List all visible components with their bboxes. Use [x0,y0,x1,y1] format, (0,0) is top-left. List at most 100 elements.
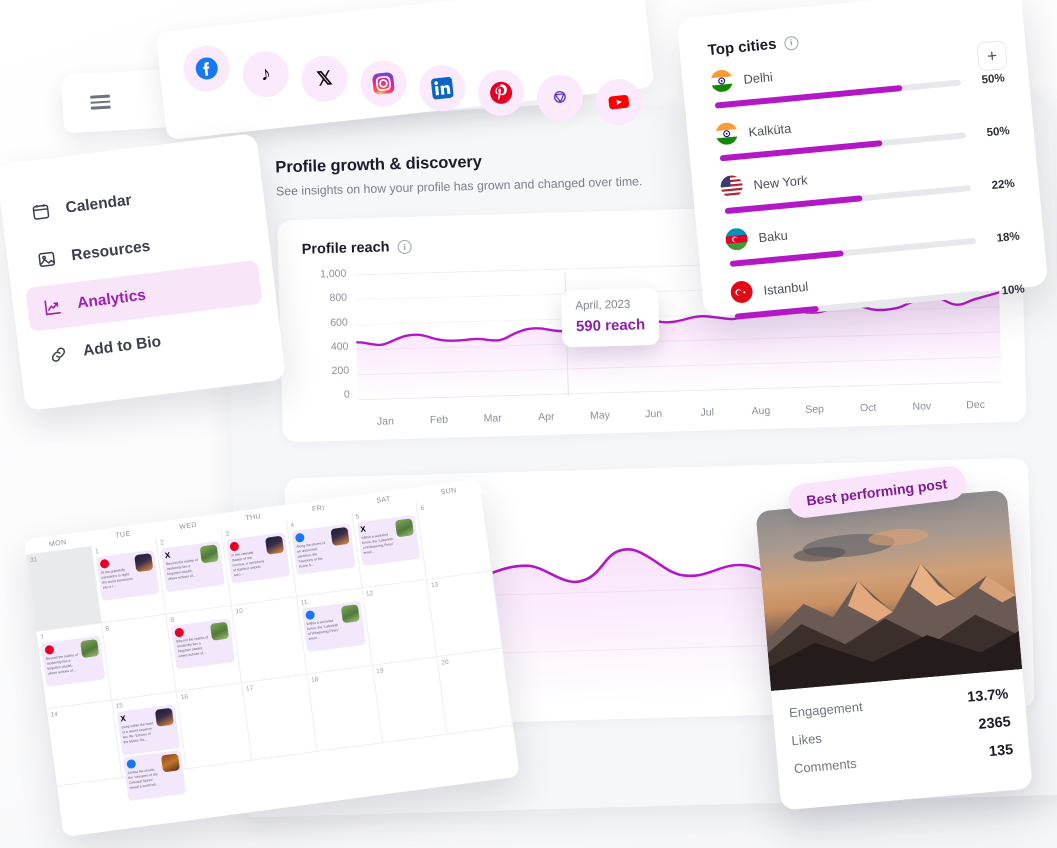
calendar-post-text: Beyond the realms of modernity lies a fo… [45,652,79,677]
calendar-cell[interactable]: 8 [101,614,178,701]
y-tick: 0 [343,389,350,402]
hamburger-line [90,94,111,99]
calendar-cell[interactable]: 18 [307,665,383,752]
calendar-post-card[interactable]: In this celestial theater of the cosmos,… [226,532,291,584]
calendar-cell[interactable]: 13 [427,571,503,658]
city-name: Kalküta [747,120,792,140]
calendar-post-card[interactable]: Amidst the clouds, the “whispers of the … [122,749,187,802]
calendar-cell[interactable]: 9 Beyond the realms of modernity lies a f… [166,605,243,692]
calendar-post-thumbnail [340,604,360,624]
flag-usa-icon [719,174,744,198]
calendar-post-card[interactable]: Along the shores of an untouched paradis… [291,523,356,575]
calendar-cell[interactable]: 14 [46,700,123,787]
calendar-post-card[interactable]: Within a secluded forest, the “Labyrinth… [301,600,366,653]
calendar-cell[interactable]: 16 [177,683,253,770]
info-icon[interactable]: i [397,239,412,255]
sidebar-nav: Calendar Resources Analytics Add to Bio [0,132,287,412]
post-thumbnail-image [755,489,1023,691]
flag-india-icon [709,68,734,93]
x-icon: X [359,524,367,535]
link-icon [46,342,71,367]
calendar-post-card[interactable]: Beyond the realms of modernity lies a fo… [171,618,236,670]
calendar-post-text: Amidst the clouds, the “whispers of the … [127,767,160,791]
calendar-post-card[interactable]: X Beyond the realms of modernity lies a f… [160,540,226,593]
calendar-cell[interactable]: 1 At the gracefully transitions to night,… [91,537,167,624]
mastodon-glyph: ⎊ [552,86,568,108]
city-name: Delhi [742,68,774,87]
calendar-cell[interactable]: 17 [242,674,318,761]
city-percent: 22% [991,177,1016,192]
pinterest-icon [44,644,55,655]
calendar-post-card[interactable]: X Deep within the heart of a desert expan… [116,704,181,756]
stat-value: 2365 [977,714,1012,733]
facebook-icon [304,610,316,621]
calendar-cell[interactable]: 15 X Deep within the heart of a desert exp… [111,691,188,802]
calendar-post-text: Within a secluded forest, the “Labyrinth… [306,618,340,642]
city-name: Istanbul [762,278,809,298]
calendar-icon [29,199,54,224]
profile-reach-title: Profile reach [301,239,390,258]
calendar-cell[interactable]: 11 Within a secluded forest, the “Labyrin… [297,588,373,675]
calendar-cell[interactable]: 6 [416,493,493,580]
tooltip-date: April, 2023 [575,298,631,313]
calendar-post-thumbnail [79,639,99,659]
info-icon[interactable]: i [783,35,799,51]
y-tick: 800 [329,291,348,305]
calendar-cell[interactable]: 5 X Within a secluded forest, the “Labyrin… [351,502,428,589]
calendar-cell[interactable]: 10 [231,597,308,684]
x-icon: X [119,713,127,724]
calendar-post-card[interactable]: X Within a secluded forest, the “Labyrint… [356,514,421,567]
sidebar-item-label: Resources [70,237,152,265]
x-tick: Oct [859,401,877,415]
tooltip-value: 590 reach [575,316,646,336]
calendar-cell[interactable]: 2 X Beyond the realms of modernity lies a … [156,528,232,615]
stat-label: Comments [793,755,858,777]
x-tick: Apr [537,410,555,424]
instagram-icon[interactable] [358,58,409,109]
calendar-post-thumbnail [330,526,350,547]
calendar-post-text: Beyond the realms of modernity lies a fo… [176,635,209,659]
best-performing-post-card: Engagement 13.7% Likes 2365 Comments 135 [755,489,1033,811]
calendar-post-thumbnail [395,518,415,538]
flag-azerbaijan-icon [724,227,749,251]
city-name: Baku [757,226,789,245]
calendar-cell[interactable]: 31 [26,545,102,632]
calendar-cell[interactable]: 20 [437,648,514,735]
x-icon[interactable]: 𝕏 [299,53,350,105]
x-tick: Aug [751,404,771,418]
x-axis-labels: Jan Feb Mar Apr May Jun Jul Aug Sep Oct … [358,398,1002,428]
x-tick: Jun [644,407,663,421]
sidebar-item-label: Add to Bio [82,333,163,360]
city-percent: 18% [996,230,1021,245]
chart-tooltip: April, 2023 590 reach [560,287,660,348]
y-tick: 1,000 [319,267,347,281]
calendar-cell[interactable]: 7 Beyond the realms of modernity lies a f… [36,623,112,710]
calendar-post-card[interactable]: At the gracefully transitions to night, … [95,549,160,602]
hamburger-icon[interactable] [90,94,111,110]
calendar-post-thumbnail [155,707,175,727]
x-tick: Feb [429,413,449,427]
calendar-cell[interactable]: 19 [372,657,448,744]
facebook-icon[interactable] [181,43,233,94]
calendar-cell[interactable]: 4 Along the shores of an untouched paradi… [286,511,363,598]
hamburger-line [90,105,111,110]
pinterest-icon [229,541,240,552]
city-percent: 50% [986,125,1011,140]
stat-label: Engagement [788,698,864,721]
calendar-post-card[interactable]: Beyond the realms of modernity lies a fo… [41,635,106,688]
mountain-illustration [766,528,1023,691]
x-tick: May [589,409,611,422]
tiktok-icon[interactable]: ♪ [240,48,292,100]
calendar-cell[interactable]: 12 [362,579,438,666]
calendar-post-text: Deep within the heart of a desert expans… [121,721,154,745]
calendar-post-text: In this celestial theater of the cosmos,… [230,550,265,578]
city-name: New York [752,171,809,192]
x-icon: X [164,550,171,561]
flag-turkey-icon [730,280,754,304]
calendar-post-text: At the gracefully transitions to night, … [100,567,134,591]
calendar-cell[interactable]: 3 In this celestial theater of the cosmos… [221,519,298,606]
city-percent: 50% [981,72,1006,87]
linkedin-icon[interactable] [416,62,468,114]
image-icon [35,247,60,272]
calendar-post-thumbnail [161,753,181,773]
